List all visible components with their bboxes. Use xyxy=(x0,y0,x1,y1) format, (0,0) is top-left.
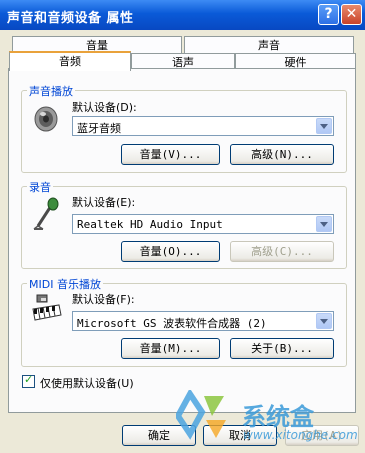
recording-device-value: Realtek HD Audio Input xyxy=(77,218,223,231)
playback-device-select[interactable]: 蓝牙音频 xyxy=(72,116,334,136)
watermark-url: www.xitonghe.com xyxy=(243,428,358,442)
recording-default-label: 默认设备(E): xyxy=(72,196,136,209)
midi-keyboard-icon xyxy=(32,294,62,321)
speaker-icon xyxy=(34,106,58,132)
tab-audio[interactable]: 音频 xyxy=(9,51,131,71)
midi-device-select[interactable]: Microsoft GS 波表软件合成器 (2) xyxy=(72,311,334,331)
midi-volume-button[interactable]: 音量(M)... xyxy=(121,338,220,359)
audio-tab-panel: 声音播放 默认设备(D): 蓝牙音频 音量(V)... 高级(N)... 录音 … xyxy=(8,68,356,413)
window-title: 声音和音频设备 属性 xyxy=(7,11,134,26)
playback-advanced-button[interactable]: 高级(N)... xyxy=(230,144,334,165)
watermark-brand: 系统盒 xyxy=(242,403,314,431)
midi-group-title: MIDI 音乐播放 xyxy=(27,276,103,292)
recording-volume-button[interactable]: 音量(O)... xyxy=(121,241,220,262)
default-only-checkbox[interactable] xyxy=(22,373,35,388)
title-bar: 声音和音频设备 属性 ? ✕ xyxy=(0,0,365,30)
chevron-down-icon[interactable] xyxy=(316,313,332,329)
recording-group-title: 录音 xyxy=(27,179,53,195)
playback-device-value: 蓝牙音频 xyxy=(77,122,121,135)
midi-default-label: 默认设备(F): xyxy=(72,293,135,306)
tab-sounds[interactable]: 声音 xyxy=(184,36,354,54)
midi-about-button[interactable]: 关于(B)... xyxy=(230,338,334,359)
midi-device-value: Microsoft GS 波表软件合成器 (2) xyxy=(77,317,267,330)
microphone-icon xyxy=(33,197,59,230)
playback-volume-button[interactable]: 音量(V)... xyxy=(121,144,220,165)
playback-group-title: 声音播放 xyxy=(27,83,75,99)
recording-advanced-button: 高级(C)... xyxy=(230,241,334,262)
chevron-down-icon[interactable] xyxy=(316,118,332,134)
default-only-label[interactable]: 仅使用默认设备(U) xyxy=(40,375,134,391)
close-button[interactable]: ✕ xyxy=(341,4,362,25)
recording-device-select[interactable]: Realtek HD Audio Input xyxy=(72,214,334,234)
help-button[interactable]: ? xyxy=(318,4,339,25)
playback-default-label: 默认设备(D): xyxy=(72,101,137,114)
watermark-logo xyxy=(176,390,226,440)
chevron-down-icon[interactable] xyxy=(316,216,332,232)
